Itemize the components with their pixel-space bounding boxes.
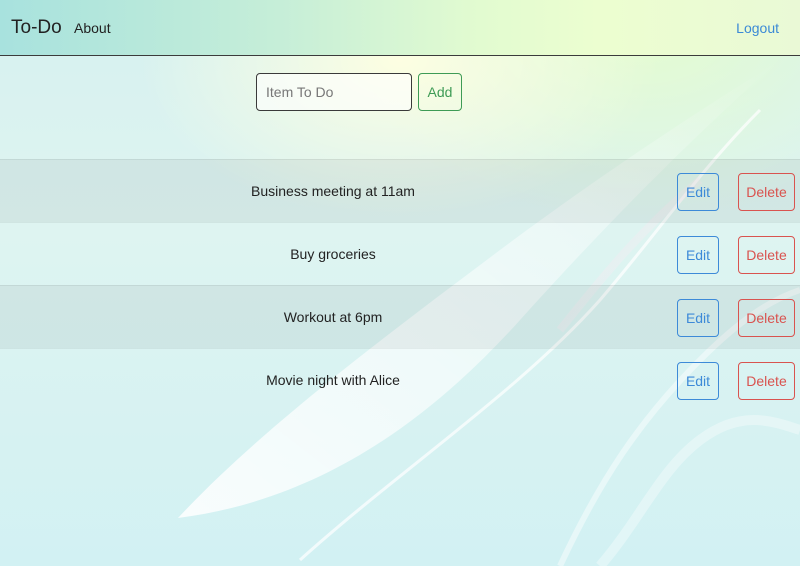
todo-text: Business meeting at 11am <box>251 183 415 199</box>
todo-row: Movie night with Alice Edit Delete <box>0 348 800 411</box>
todo-row: Buy groceries Edit Delete <box>0 222 800 285</box>
todo-row: Business meeting at 11am Edit Delete <box>0 159 800 222</box>
nav-about-link[interactable]: About <box>74 20 111 36</box>
add-button[interactable]: Add <box>418 73 462 111</box>
todo-list: Business meeting at 11am Edit Delete Buy… <box>0 159 800 411</box>
edit-button[interactable]: Edit <box>677 299 719 337</box>
todo-text: Buy groceries <box>290 246 376 262</box>
delete-button[interactable]: Delete <box>738 236 795 274</box>
todo-text: Movie night with Alice <box>266 372 400 388</box>
todo-text: Workout at 6pm <box>283 309 383 325</box>
edit-button[interactable]: Edit <box>677 236 719 274</box>
logout-link[interactable]: Logout <box>736 20 779 36</box>
navbar: To-Do About Logout <box>0 0 800 56</box>
edit-button[interactable]: Edit <box>677 362 719 400</box>
delete-button[interactable]: Delete <box>738 173 795 211</box>
delete-button[interactable]: Delete <box>738 362 795 400</box>
todo-item-input[interactable] <box>256 73 412 111</box>
brand-link[interactable]: To-Do <box>11 17 62 39</box>
edit-button[interactable]: Edit <box>677 173 719 211</box>
todo-row: Workout at 6pm Edit Delete <box>0 285 800 348</box>
delete-button[interactable]: Delete <box>738 299 795 337</box>
